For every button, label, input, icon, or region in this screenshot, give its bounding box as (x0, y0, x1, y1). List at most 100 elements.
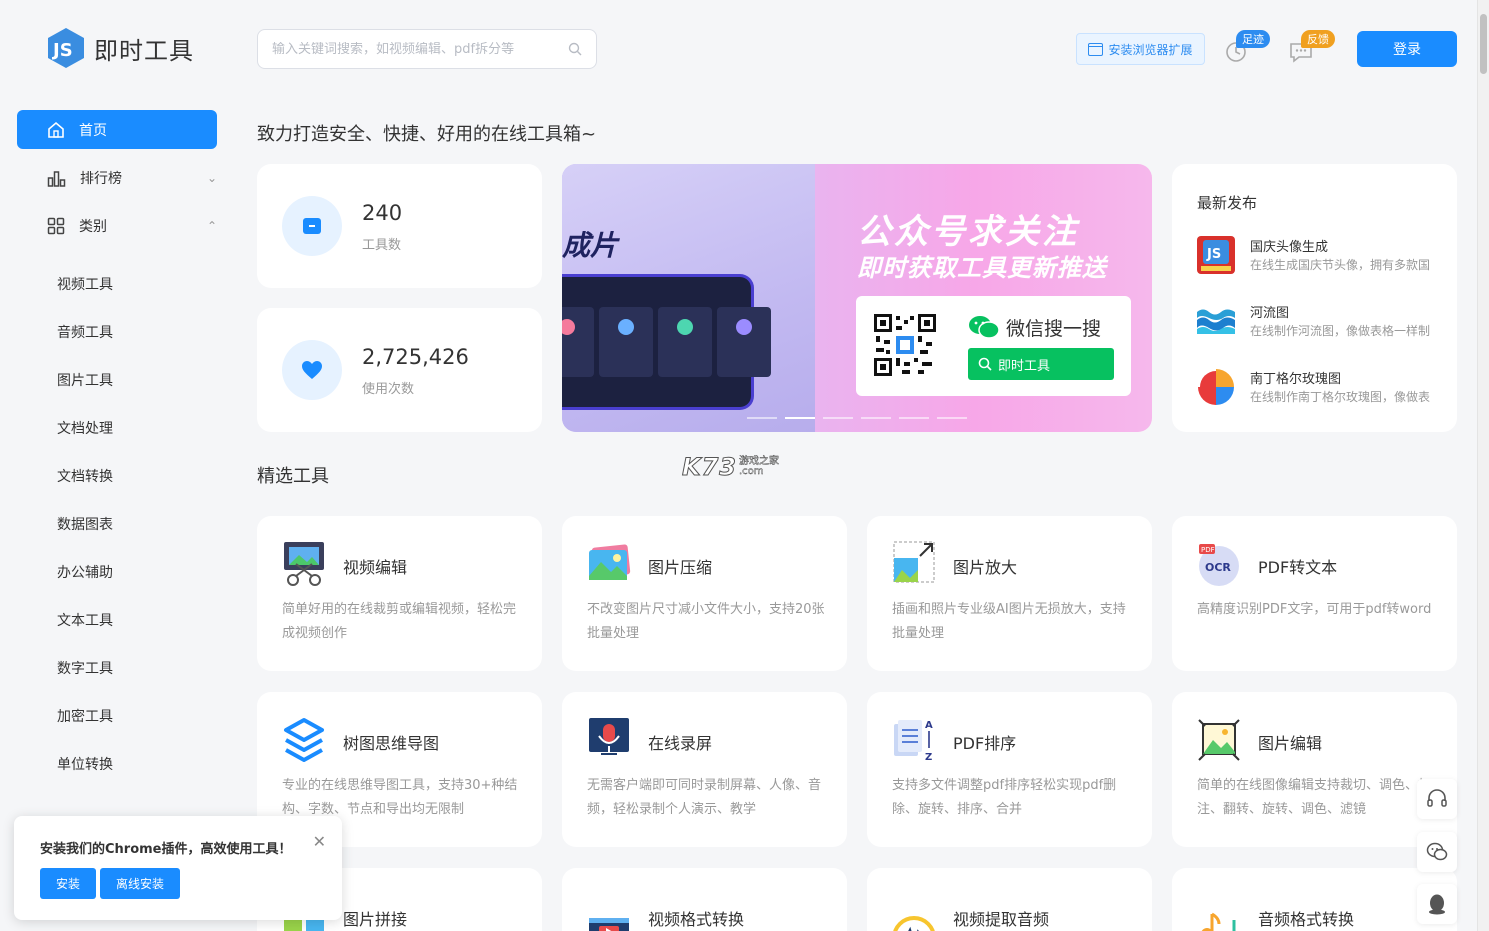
tool-card[interactable]: 在线录屏 无需客户端即可同时录制屏幕、人像、音频，轻松录制个人演示、教学 (562, 692, 847, 847)
feedback-badge: 反馈 (1301, 30, 1335, 48)
latest-item-desc: 在线生成国庆节头像，拥有多款国 (1250, 258, 1431, 272)
sidebar-subitem[interactable]: 单位转换 (57, 754, 113, 774)
banner-pagination[interactable] (747, 417, 967, 419)
feedback-button[interactable]: 反馈 (1287, 30, 1335, 70)
sidebar-subitem[interactable]: 数据图表 (57, 514, 113, 534)
history-button[interactable]: 足迹 (1222, 30, 1270, 70)
banner-tile (562, 307, 594, 377)
latest-item-desc: 在线制作河流图，像做表格一样制 (1250, 324, 1431, 338)
wechat-search-text: 微信搜一搜 (1006, 318, 1102, 340)
latest-item[interactable]: 河流图 在线制作河流图，像做表格一样制 (1197, 302, 1447, 342)
sidebar-item-ranking[interactable]: 排行榜 ⌄ (47, 168, 217, 188)
audio-extract-icon (893, 916, 935, 931)
stat-value: 2,725,426 (362, 345, 469, 369)
banner-dot[interactable] (747, 417, 777, 419)
chevron-up-icon: ⌃ (206, 219, 217, 233)
banner-tile (658, 307, 712, 377)
stat-card-usage: 2,725,426 使用次数 (257, 308, 542, 432)
page-scrollbar[interactable] (1477, 0, 1489, 931)
banner-dot[interactable] (937, 417, 967, 419)
tool-name: 视频格式转换 (648, 910, 745, 929)
tool-card[interactable]: 视频提取音频 (867, 868, 1152, 931)
banner-dot[interactable] (823, 417, 853, 419)
offline-install-button[interactable]: 离线安装 (100, 868, 180, 899)
latest-item-desc: 在线制作南丁格尔玫瑰图，像做表 (1250, 390, 1431, 404)
qr-code-icon (874, 314, 936, 376)
promo-banner[interactable]: 成片 公众号求关注 即时获取工具更新推送 微信搜一搜 即时工具 (562, 164, 1152, 432)
latest-item[interactable]: 南丁格尔玫瑰图 在线制作南丁格尔玫瑰图，像做表 (1197, 368, 1447, 408)
national-day-avatar-icon: JS (1197, 236, 1235, 274)
sidebar-subitem[interactable]: 数字工具 (57, 658, 113, 678)
featured-section-title: 精选工具 (257, 466, 329, 487)
install-button[interactable]: 安装 (40, 868, 96, 899)
wechat-search-button-label: 即时工具 (998, 358, 1051, 374)
search-input[interactable] (272, 41, 568, 57)
tool-desc: 插画和照片专业级AI图片无损放大，支持批量处理 (892, 602, 1126, 641)
install-extension-label: 安装浏览器扩展 (1108, 42, 1193, 57)
tool-card[interactable]: 图片压缩 不改变图片尺寸减小文件大小，支持20张批量处理 (562, 516, 847, 671)
history-badge: 足迹 (1236, 30, 1270, 48)
tool-card[interactable]: A Z PDF排序 支持多文件调整pdf排序轻松实现pdf删除、旋转、排序、合并 (867, 692, 1152, 847)
search-icon[interactable] (568, 42, 582, 56)
banner-device (562, 274, 771, 410)
sidebar-subitem[interactable]: 加密工具 (57, 706, 113, 726)
browser-icon (1088, 42, 1104, 56)
stat-label: 使用次数 (362, 382, 415, 397)
tool-card[interactable]: 视频格式转换 (562, 868, 847, 931)
sidebar-item-label: 类别 (79, 219, 107, 235)
pdf-ocr-icon: PDF OCR (1199, 544, 1239, 586)
tool-card[interactable]: 音频格式转换 (1172, 868, 1457, 931)
sidebar-subitem[interactable]: 文档处理 (57, 418, 113, 438)
screen-record-icon (589, 718, 629, 755)
sidebar-subitem[interactable]: 文本工具 (57, 610, 113, 630)
image-compress-icon (589, 544, 631, 580)
login-button[interactable]: 登录 (1357, 31, 1457, 67)
sidebar-subitem[interactable]: 图片工具 (57, 370, 113, 390)
svg-text:A: A (925, 720, 933, 731)
install-extension-button[interactable]: 安装浏览器扩展 (1076, 33, 1205, 65)
banner-title: 公众号求关注 (857, 212, 1079, 252)
tool-desc: 支持多文件调整pdf排序轻松实现pdf删除、旋转、排序、合并 (892, 778, 1117, 817)
audio-convert-icon (1201, 912, 1236, 931)
banner-dot-active[interactable] (785, 417, 815, 419)
sidebar-subitem[interactable]: 音频工具 (57, 322, 113, 342)
sidebar-subitem[interactable]: 文档转换 (57, 466, 113, 486)
sidebar-subitem[interactable]: 视频工具 (57, 274, 113, 294)
banner-dot[interactable] (899, 417, 929, 419)
banner-tile (599, 307, 653, 377)
search-box[interactable] (257, 29, 597, 69)
latest-item-name: 南丁格尔玫瑰图 (1250, 372, 1342, 387)
tool-desc: 无需客户端即可同时录制屏幕、人像、音频，轻松录制个人演示、教学 (587, 778, 822, 817)
sidebar-item-home[interactable]: 首页 (17, 110, 217, 149)
tool-name: 树图思维导图 (343, 734, 440, 753)
wechat-search-button[interactable]: 即时工具 (968, 348, 1114, 380)
popup-message: 安装我们的Chrome插件，高效使用工具！ (40, 842, 292, 857)
sidebar-subitem[interactable]: 办公辅助 (57, 562, 113, 582)
customer-service-button[interactable] (1417, 779, 1457, 819)
latest-item[interactable]: JS 国庆头像生成 在线生成国庆节头像，拥有多款国 (1197, 236, 1447, 276)
tool-card[interactable]: 图片编辑 简单的在线图像编辑支持裁切、调色、标注、翻转、旋转、调色、滤镜 (1172, 692, 1457, 847)
tool-card[interactable]: 视频编辑 简单好用的在线裁剪或编辑视频，轻松完成视频创作 (257, 516, 542, 671)
sidebar-item-categories[interactable]: 类别 ⌃ (47, 216, 217, 236)
tool-card[interactable]: PDF OCR PDF转文本 高精度识别PDF文字，可用于pdf转word (1172, 516, 1457, 671)
stat-card-tools: 240 工具数 (257, 164, 542, 288)
wechat-outline-icon (1426, 842, 1448, 861)
box-icon (282, 196, 342, 256)
app-logo[interactable]: JS 即时工具 (46, 26, 194, 70)
close-icon[interactable]: ✕ (313, 832, 326, 851)
banner-tile (717, 307, 771, 377)
tool-card[interactable]: 图片放大 插画和照片专业级AI图片无损放大，支持批量处理 (867, 516, 1152, 671)
home-icon (48, 121, 64, 138)
image-upscale-icon (893, 541, 935, 583)
wechat-contact-button[interactable] (1417, 832, 1457, 872)
app-name: 即时工具 (94, 36, 194, 65)
tool-name: 图片编辑 (1258, 734, 1323, 753)
streamgraph-icon (1197, 309, 1235, 334)
stat-label: 工具数 (362, 238, 402, 253)
qq-contact-button[interactable] (1417, 884, 1457, 924)
banner-dot[interactable] (861, 417, 891, 419)
banner-device-panel: 成片 (562, 164, 815, 432)
watermark-subtext: 游戏之家 .com (739, 456, 779, 477)
tool-desc: 不改变图片尺寸减小文件大小，支持20张批量处理 (587, 602, 825, 641)
scrollbar-thumb[interactable] (1480, 14, 1487, 74)
